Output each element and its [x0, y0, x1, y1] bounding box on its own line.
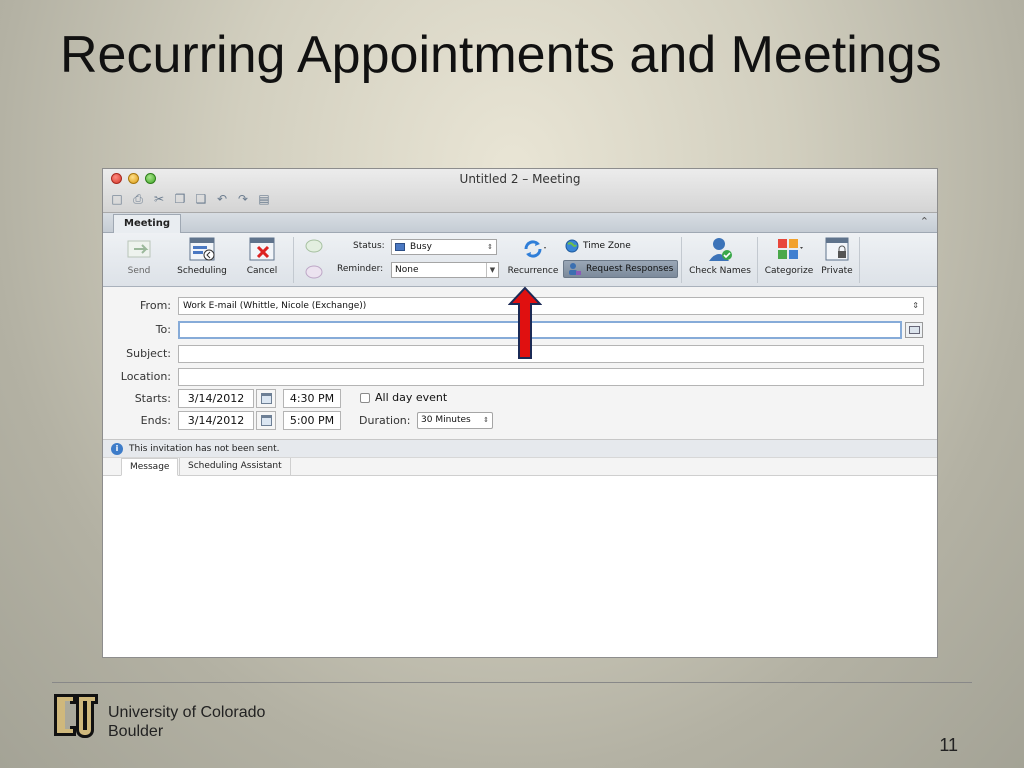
reminder-select[interactable]: None ▼ — [391, 262, 499, 278]
recurrence-button[interactable]: Recurrence — [505, 235, 561, 276]
ribbon-separator — [293, 237, 294, 283]
collapse-ribbon-icon[interactable]: ⌃ — [920, 215, 929, 228]
dropdown-arrow-icon: ▼ — [486, 263, 498, 277]
send-label: Send — [127, 266, 151, 276]
start-time-field[interactable]: 4:30 PM — [283, 389, 341, 408]
people-icon — [569, 263, 581, 275]
time-zone-button[interactable]: Time Zone — [565, 239, 631, 253]
status-label: Status: — [353, 241, 385, 251]
reminder-value: None — [395, 265, 419, 275]
subject-field[interactable] — [178, 345, 924, 363]
cancel-button[interactable]: Cancel — [239, 235, 285, 276]
duration-label: Duration: — [359, 414, 411, 427]
scheduling-icon — [189, 237, 215, 261]
duration-select[interactable]: 30 Minutes ⇕ — [417, 412, 493, 429]
cu-logo — [54, 694, 98, 738]
duration-value: 30 Minutes — [421, 415, 471, 425]
check-names-button[interactable]: Check Names — [689, 235, 751, 276]
tab-message[interactable]: Message — [121, 458, 179, 476]
info-bar: i This invitation has not been sent. — [103, 439, 937, 458]
cancel-label: Cancel — [246, 266, 278, 276]
location-label: Location: — [120, 370, 171, 383]
from-select[interactable]: Work E-mail (Whittle, Nicole (Exchange))… — [178, 297, 924, 315]
all-day-label: All day event — [375, 391, 448, 404]
status-stepper-icon: ⇕ — [487, 243, 493, 251]
calendar-icon[interactable] — [256, 411, 276, 430]
time-zone-label: Time Zone — [583, 241, 631, 251]
cancel-meeting-icon — [249, 237, 275, 261]
busy-color-icon — [395, 243, 405, 251]
university-name: University of Colorado Boulder — [108, 703, 265, 741]
print-icon[interactable]: ⎙ — [130, 191, 146, 207]
note-icon[interactable]: ▤ — [256, 191, 272, 207]
message-body[interactable] — [103, 476, 937, 657]
undo-icon[interactable]: ↶ — [214, 191, 230, 207]
response-icon[interactable] — [305, 265, 323, 279]
window-title: Untitled 2 – Meeting — [459, 172, 581, 186]
subject-label: Subject: — [126, 347, 171, 360]
private-button[interactable]: Private — [817, 235, 857, 276]
check-names-label: Check Names — [689, 266, 751, 276]
info-icon: i — [111, 443, 123, 455]
from-value: Work E-mail (Whittle, Nicole (Exchange)) — [183, 301, 367, 311]
categorize-icon — [778, 239, 803, 259]
to-label: To: — [155, 323, 171, 336]
request-responses-button[interactable]: Request Responses — [563, 260, 679, 278]
location-field[interactable] — [178, 368, 924, 386]
from-label: From: — [140, 299, 171, 312]
ribbon-separator — [859, 237, 860, 283]
status-select[interactable]: Busy ⇕ — [391, 239, 497, 255]
tab-scheduling-assistant[interactable]: Scheduling Assistant — [179, 458, 291, 476]
categorize-button[interactable]: Categorize — [763, 235, 815, 276]
message-tab-bar: Message Scheduling Assistant — [103, 458, 937, 476]
slide-title: Recurring Appointments and Meetings — [60, 26, 942, 84]
ribbon-separator — [757, 237, 758, 283]
categorize-label: Categorize — [764, 266, 814, 276]
check-names-icon — [709, 238, 732, 261]
private-lock-icon — [825, 237, 849, 261]
ribbon-separator — [681, 237, 682, 283]
scheduling-button[interactable]: Scheduling — [177, 235, 227, 276]
ribbon-tab-bar: Meeting ⌃ — [103, 213, 937, 233]
quick-access-toolbar: □ ⎙ ✂ ❐ ❑ ↶ ↷ ▤ — [109, 191, 272, 207]
send-icon — [127, 240, 151, 258]
calendar-icon[interactable] — [256, 389, 276, 408]
scheduling-label: Scheduling — [177, 266, 227, 276]
accept-icon[interactable] — [305, 239, 323, 253]
redo-icon[interactable]: ↷ — [235, 191, 251, 207]
status-value: Busy — [410, 242, 432, 252]
tab-meeting[interactable]: Meeting — [113, 214, 182, 233]
recurrence-label: Recurrence — [507, 266, 559, 276]
page-number: 11 — [939, 735, 958, 755]
red-arrow-annotation — [508, 286, 542, 359]
duration-stepper-icon: ⇕ — [483, 416, 489, 424]
paste-icon[interactable]: ❑ — [193, 191, 209, 207]
save-icon[interactable]: □ — [109, 191, 125, 207]
title-bar: Untitled 2 – Meeting □ ⎙ ✂ ❐ ❑ ↶ ↷ ▤ — [103, 169, 937, 213]
globe-icon — [565, 239, 579, 253]
end-time-field[interactable]: 5:00 PM — [283, 411, 341, 430]
ends-label: Ends: — [140, 414, 171, 427]
cut-icon[interactable]: ✂ — [151, 191, 167, 207]
private-label: Private — [821, 266, 853, 276]
footer-divider — [52, 682, 972, 683]
starts-label: Starts: — [134, 392, 171, 405]
recurrence-icon — [524, 240, 546, 258]
from-stepper-icon: ⇕ — [912, 301, 919, 310]
start-date-field[interactable]: 3/14/2012 — [178, 389, 254, 408]
university-line2: Boulder — [108, 723, 164, 740]
end-date-field[interactable]: 3/14/2012 — [178, 411, 254, 430]
university-line1: University of Colorado — [108, 704, 266, 721]
reminder-label: Reminder: — [337, 264, 384, 274]
send-button[interactable]: Send — [119, 235, 159, 276]
copy-icon[interactable]: ❐ — [172, 191, 188, 207]
address-book-icon[interactable] — [905, 322, 923, 338]
request-responses-label: Request Responses — [586, 264, 674, 274]
all-day-checkbox[interactable] — [360, 393, 370, 403]
ribbon: Send Scheduling Cancel Status: Busy ⇕ Re… — [103, 233, 937, 287]
meeting-window: Untitled 2 – Meeting □ ⎙ ✂ ❐ ❑ ↶ ↷ ▤ Mee… — [102, 168, 938, 658]
info-message: This invitation has not been sent. — [129, 444, 280, 454]
